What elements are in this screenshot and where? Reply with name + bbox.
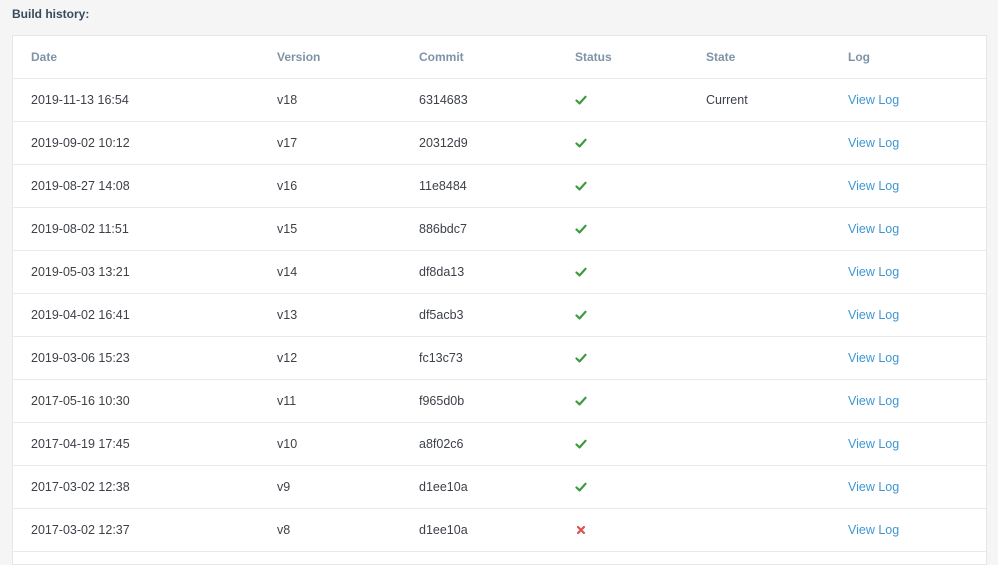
build-status <box>575 121 587 164</box>
build-status <box>575 465 587 508</box>
build-date: 2017-04-19 17:45 <box>31 436 130 451</box>
build-version: v9 <box>277 479 291 494</box>
build-version: v18 <box>277 92 298 107</box>
build-date: 2017-03-02 12:37 <box>31 522 130 537</box>
build-date: 2019-03-06 15:23 <box>31 350 130 365</box>
view-log-link[interactable]: View Log <box>848 465 899 508</box>
section-title: Build history: <box>12 7 90 21</box>
table-row: 2019-05-03 13:21 v14 df8da13 View Log <box>13 250 986 294</box>
build-commit: f965d0b <box>419 393 465 408</box>
view-log-link[interactable]: View Log <box>848 207 899 250</box>
build-status <box>575 336 587 379</box>
build-commit: 6314683 <box>419 92 468 107</box>
build-status <box>575 250 587 293</box>
column-header-version: Version <box>277 50 321 64</box>
build-status <box>575 508 587 551</box>
build-commit: 20312d9 <box>419 135 468 150</box>
build-version: v17 <box>277 135 298 150</box>
checkmark-icon <box>575 224 587 233</box>
build-date: 2019-04-02 16:41 <box>31 307 130 322</box>
build-version: v15 <box>277 221 298 236</box>
table-row: 2017-03-02 12:38 v9 d1ee10a View Log <box>13 465 986 509</box>
column-header-status: Status <box>575 50 612 64</box>
view-log-link[interactable]: View Log <box>848 164 899 207</box>
table-row: 2019-11-13 16:54 v18 6314683 Current View Lo… <box>13 78 986 122</box>
view-log-link[interactable]: View Log <box>848 250 899 293</box>
build-status <box>575 78 587 121</box>
table-row: 2017-03-02 12:37 v8 d1ee10a View Log <box>13 508 986 552</box>
build-commit: d1ee10a <box>419 479 468 494</box>
table-row: 2017-05-16 10:30 v11 f965d0b View Log <box>13 379 986 423</box>
build-commit: df5acb3 <box>419 307 464 322</box>
build-date: 2019-08-02 11:51 <box>31 221 129 236</box>
view-log-link[interactable]: View Log <box>848 508 899 551</box>
build-commit: fc13c73 <box>419 350 463 365</box>
column-header-log: Log <box>848 50 870 64</box>
checkmark-icon <box>575 181 587 190</box>
build-date: 2019-05-03 13:21 <box>31 264 130 279</box>
build-date: 2017-03-02 12:38 <box>31 479 130 494</box>
build-commit: 886bdc7 <box>419 221 467 236</box>
build-version: v12 <box>277 350 298 365</box>
column-header-date: Date <box>31 50 58 64</box>
checkmark-icon <box>575 482 587 491</box>
build-version: v11 <box>277 393 297 408</box>
column-header-commit: Commit <box>419 50 464 64</box>
build-status <box>575 207 587 250</box>
build-date: 2019-09-02 10:12 <box>31 135 130 150</box>
build-date: 2017-05-16 10:30 <box>31 393 130 408</box>
build-version: v16 <box>277 178 298 193</box>
build-commit: a8f02c6 <box>419 436 464 451</box>
view-log-link[interactable]: View Log <box>848 78 899 121</box>
build-version: v8 <box>277 522 291 537</box>
table-row: 2019-08-02 11:51 v15 886bdc7 View Log <box>13 207 986 251</box>
checkmark-icon <box>575 353 587 362</box>
table-row: 2017-04-19 17:45 v10 a8f02c6 View Log <box>13 422 986 466</box>
build-status <box>575 422 587 465</box>
view-log-link[interactable]: View Log <box>848 379 899 422</box>
build-status <box>575 164 587 207</box>
build-state: Current <box>706 92 748 107</box>
table-row: 2019-03-06 15:23 v12 fc13c73 View Log <box>13 336 986 380</box>
build-date: 2019-08-27 14:08 <box>31 178 130 193</box>
build-commit: d1ee10a <box>419 522 468 537</box>
build-version: v13 <box>277 307 298 322</box>
build-history-table: Date Version Commit Status State Log 201… <box>12 35 987 565</box>
build-status <box>575 293 587 336</box>
checkmark-icon <box>575 267 587 276</box>
build-version: v10 <box>277 436 298 451</box>
table-header: Date Version Commit Status State Log <box>13 36 986 79</box>
view-log-link[interactable]: View Log <box>848 422 899 465</box>
table-row: 2019-08-27 14:08 v16 11e8484 View Log <box>13 164 986 208</box>
build-date: 2019-11-13 16:54 <box>31 92 129 107</box>
checkmark-icon <box>575 95 587 104</box>
build-commit: 11e8484 <box>419 178 467 193</box>
checkmark-icon <box>575 138 587 147</box>
build-status <box>575 379 587 422</box>
checkmark-icon <box>575 396 587 405</box>
build-commit: df8da13 <box>419 264 465 279</box>
cross-icon <box>576 525 586 534</box>
build-version: v14 <box>277 264 298 279</box>
view-log-link[interactable]: View Log <box>848 336 899 379</box>
view-log-link[interactable]: View Log <box>848 293 899 336</box>
checkmark-icon <box>575 439 587 448</box>
column-header-state: State <box>706 50 736 64</box>
checkmark-icon <box>575 310 587 319</box>
table-row: 2019-09-02 10:12 v17 20312d9 View Log <box>13 121 986 165</box>
table-row: 2019-04-02 16:41 v13 df5acb3 View Log <box>13 293 986 337</box>
view-log-link[interactable]: View Log <box>848 121 899 164</box>
